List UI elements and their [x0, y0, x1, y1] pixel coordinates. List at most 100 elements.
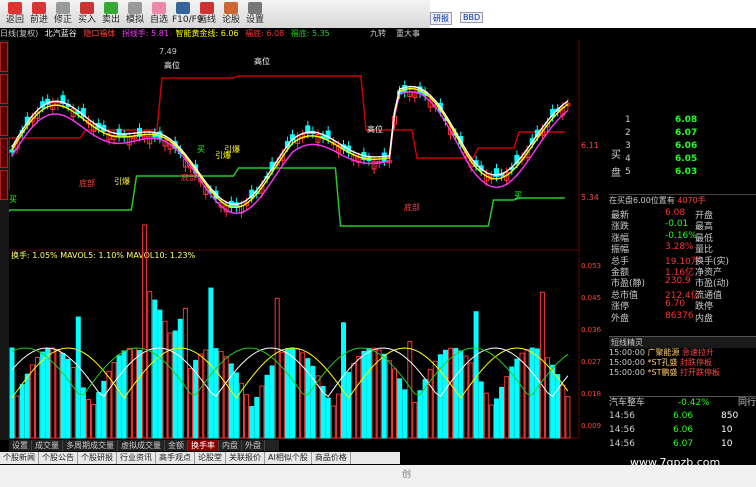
volume-ma10-line — [11, 347, 569, 398]
left-tab[interactable] — [0, 106, 8, 136]
volume-bar — [223, 356, 229, 439]
info-link[interactable]: AI相似个股 — [265, 452, 312, 464]
alert-row[interactable]: 15:00:00 *ST孔盛 封跌停板 — [609, 358, 756, 368]
indicator-tab[interactable]: 多周期成交量 — [63, 440, 118, 451]
alert-signal: 打开跌停板 — [680, 368, 720, 377]
signal-marker: 底部 — [79, 178, 95, 188]
order-book-row[interactable]: 3 6.06 — [611, 141, 756, 154]
volume-bar — [60, 352, 66, 439]
order-book-row[interactable]: 1 6.08 — [611, 115, 756, 128]
info-link[interactable]: 高手观点 — [156, 452, 195, 464]
left-tab[interactable] — [0, 170, 8, 200]
left-tab-strip — [0, 40, 9, 440]
left-tab[interactable] — [0, 42, 8, 72]
left-tab[interactable] — [0, 74, 8, 104]
info-link[interactable]: 关联报价 — [226, 452, 265, 464]
signal-marker: 引爆 — [114, 176, 130, 186]
peer-label[interactable]: 同行 — [738, 397, 756, 409]
order-book-row[interactable]: 4 6.05 — [611, 154, 756, 167]
volume-bar — [111, 362, 117, 439]
kline-chart-area[interactable]: 7.49 6.11 5.34 高位 高位 高位买引爆 引爆 底部 引爆 底部 底部买买换手: 1.0… — [8, 40, 609, 440]
order-price: 6.07 — [675, 128, 698, 138]
indicator-tab[interactable]: 金额 — [165, 440, 188, 451]
indicator-tab[interactable]: 设置 — [9, 440, 32, 451]
volume-axis-tick: 0.027 — [581, 358, 601, 366]
order-price: 6.05 — [675, 154, 698, 164]
field-value: 86376 — [665, 310, 694, 321]
indicator-tab[interactable]: 成交量 — [32, 440, 63, 451]
drawing-button[interactable]: 画线 — [196, 0, 218, 28]
discussion-button[interactable]: 论股 — [220, 0, 242, 28]
volume-bar — [478, 381, 484, 439]
volume-bar — [366, 348, 372, 439]
trade-volume: 850 — [721, 411, 739, 421]
indicator-tab[interactable]: 换手率 — [188, 440, 219, 451]
indicator-tab[interactable]: 外盘 — [242, 440, 265, 451]
research-button[interactable]: 研报 — [430, 12, 452, 25]
info-link[interactable]: 个股新闻 — [0, 452, 39, 464]
order-book-row[interactable]: 5 6.03 — [611, 167, 756, 180]
toolbar-button-label: F10/F9 — [172, 15, 203, 25]
order-price: 6.06 — [675, 141, 698, 151]
industry-name[interactable]: 汽车整车 — [609, 398, 645, 408]
volume-bar — [162, 320, 168, 439]
info-link[interactable]: 商品价格 — [312, 452, 351, 464]
watchlist-button[interactable]: 自选 — [148, 0, 170, 28]
simulate-button[interactable]: 模拟 — [124, 0, 146, 28]
volume-bar — [19, 384, 25, 439]
indicator-value-4: 福底: 5.35 — [290, 29, 330, 38]
indicator-value-2: 智能黄金线: 6.06 — [175, 29, 239, 38]
alert-row[interactable]: 15:00:00 *ST鹏盛 打开跌停板 — [609, 368, 756, 378]
order-price: 6.03 — [675, 167, 698, 177]
trade-time: 14:56 — [609, 411, 635, 421]
edit-button[interactable]: 修正 — [52, 0, 74, 28]
kline-chart-svg[interactable]: 7.496.115.34高位 高位高位买引爆引爆底部 引爆 底部底部买 买换手: 1.0… — [8, 40, 609, 440]
nine-turn-label[interactable]: 九转 — [370, 28, 386, 39]
f10-button[interactable]: F10/F9 — [172, 0, 203, 28]
toolbar-button-label: 前进 — [29, 15, 48, 25]
volume-bar — [407, 341, 413, 439]
info-link[interactable]: 个股研报 — [78, 452, 117, 464]
volume-bar — [70, 366, 76, 439]
volume-bar — [330, 405, 336, 439]
indicator-tab[interactable]: 内盘 — [219, 440, 242, 451]
axis-high-label: 6.11 — [581, 141, 599, 150]
buy-button[interactable]: 买入 — [76, 0, 98, 28]
toolbar-button-label: 论股 — [221, 15, 240, 25]
volume-bar — [55, 349, 61, 439]
order-level: 4 — [625, 154, 631, 164]
indicator-tab[interactable]: 虚拟成交量 — [118, 440, 165, 451]
volume-bar — [550, 364, 556, 439]
bbd-button[interactable]: BBD — [460, 12, 484, 23]
order-book-row[interactable]: 2 6.07 — [611, 128, 756, 141]
sell-button[interactable]: 卖出 — [100, 0, 122, 28]
toolbar-button-label: 自选 — [149, 15, 168, 25]
info-link[interactable]: 行业资讯 — [117, 452, 156, 464]
period-label[interactable]: 日线(复权) — [0, 29, 38, 38]
left-tab[interactable] — [0, 138, 8, 168]
alert-signal: 封跌停板 — [680, 358, 712, 367]
volume-bar — [351, 363, 357, 439]
alert-title[interactable]: 短线精灵 — [609, 338, 643, 347]
volume-bar — [386, 360, 392, 439]
volume-bar — [137, 349, 142, 439]
settings-button[interactable]: 设置 — [244, 0, 266, 28]
volume-bar — [488, 404, 494, 439]
order-level: 2 — [625, 128, 631, 138]
alert-row[interactable]: 15:00:00 广聚能源 急速拉升 — [609, 348, 756, 358]
signal-marker: 底部 — [181, 172, 197, 182]
info-link[interactable]: 论股堂 — [195, 452, 226, 464]
volume-bar — [290, 347, 295, 439]
volume-bar — [9, 347, 15, 439]
major-events-label[interactable]: 重大事 — [396, 28, 420, 39]
alert-stock: 广聚能源 — [647, 348, 680, 357]
toolbar: 返回 前进 修正 买入 卖出 模拟 自选 F10/F9 画线 论股 设置 — [0, 0, 430, 29]
back-button[interactable]: 返回 — [4, 0, 26, 28]
forward-button[interactable]: 前进 — [28, 0, 50, 28]
volume-bar — [152, 299, 158, 439]
volume-axis-tick: 0.053 — [581, 262, 601, 270]
volume-bar — [198, 353, 204, 439]
volume-bar — [24, 373, 30, 439]
volume-bar — [417, 390, 423, 439]
info-link[interactable]: 个股公告 — [39, 452, 78, 464]
